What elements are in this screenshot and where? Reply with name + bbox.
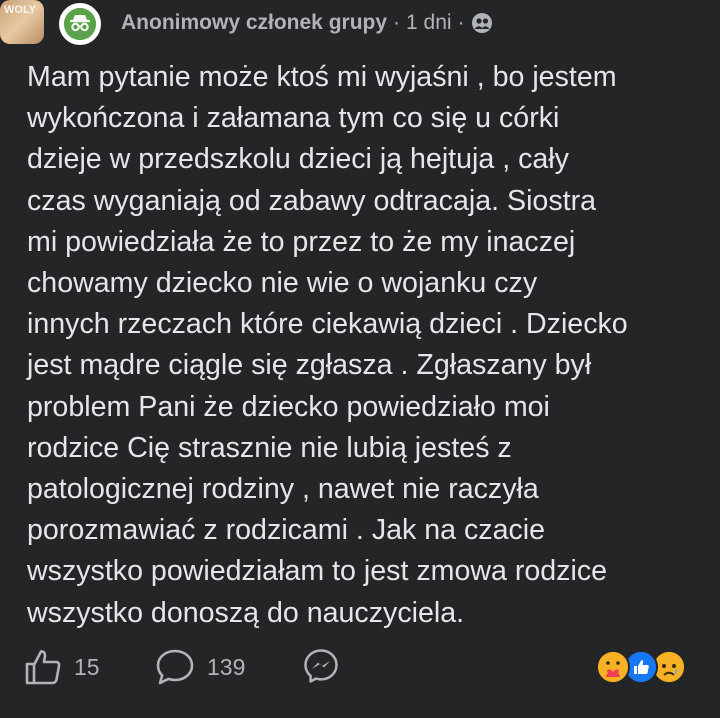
like-button[interactable]: 15 xyxy=(24,648,100,686)
post-time[interactable]: 1 dni xyxy=(406,11,452,35)
post-actions-bar: 15 139 xyxy=(0,640,720,692)
meta-separator: · xyxy=(393,11,401,34)
comment-count: 139 xyxy=(207,653,246,680)
group-thumbnail[interactable]: WOLY xyxy=(0,0,44,44)
comment-bubble-icon xyxy=(155,648,195,686)
post-header: WOLY Anonimowy członek grupy · 1 dni · xyxy=(0,0,720,52)
thumbs-up-icon xyxy=(24,648,62,686)
anonymous-incognito-icon xyxy=(64,8,96,40)
reactions-summary[interactable] xyxy=(596,650,696,684)
messenger-icon xyxy=(303,648,339,684)
comment-button[interactable]: 139 xyxy=(155,648,245,686)
messenger-share-button[interactable] xyxy=(303,648,339,684)
like-count: 15 xyxy=(74,653,100,680)
group-thumbnail-text: WOLY xyxy=(4,4,36,16)
post-meta: Anonimowy członek grupy · 1 dni · xyxy=(121,10,493,36)
author-name[interactable]: Anonimowy członek grupy xyxy=(121,11,387,35)
avatar[interactable] xyxy=(56,0,104,48)
group-members-icon xyxy=(471,12,493,34)
post-body-text: Mam pytanie może ktoś mi wyjaśni , bo je… xyxy=(27,61,628,629)
meta-separator-2: · xyxy=(457,11,465,34)
care-reaction-icon xyxy=(596,650,630,684)
